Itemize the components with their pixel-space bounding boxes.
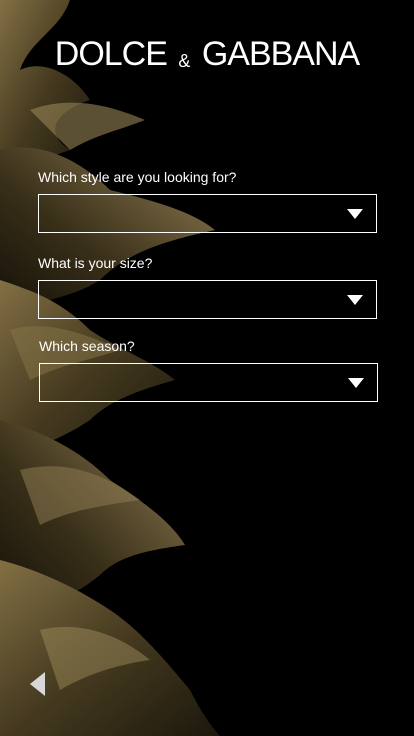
triangle-down-icon (347, 295, 363, 305)
size-label: What is your size? (38, 255, 153, 271)
season-select[interactable] (39, 363, 378, 402)
style-label: Which style are you looking for? (38, 169, 237, 185)
brand-logo-left: DOLCE (54, 35, 168, 73)
app-screen: DOLCE & GABBANA Which style are you look… (0, 0, 414, 736)
season-label: Which season? (39, 338, 135, 354)
back-button[interactable] (24, 666, 52, 702)
brand-logo-ampersand: & (178, 51, 191, 71)
brand-logo: DOLCE & GABBANA (0, 30, 414, 85)
size-select[interactable] (38, 280, 377, 319)
triangle-down-icon (348, 378, 364, 388)
triangle-down-icon (347, 209, 363, 219)
brand-logo-right: GABBANA (201, 35, 360, 73)
triangle-left-icon (30, 672, 45, 696)
style-select[interactable] (38, 194, 377, 233)
